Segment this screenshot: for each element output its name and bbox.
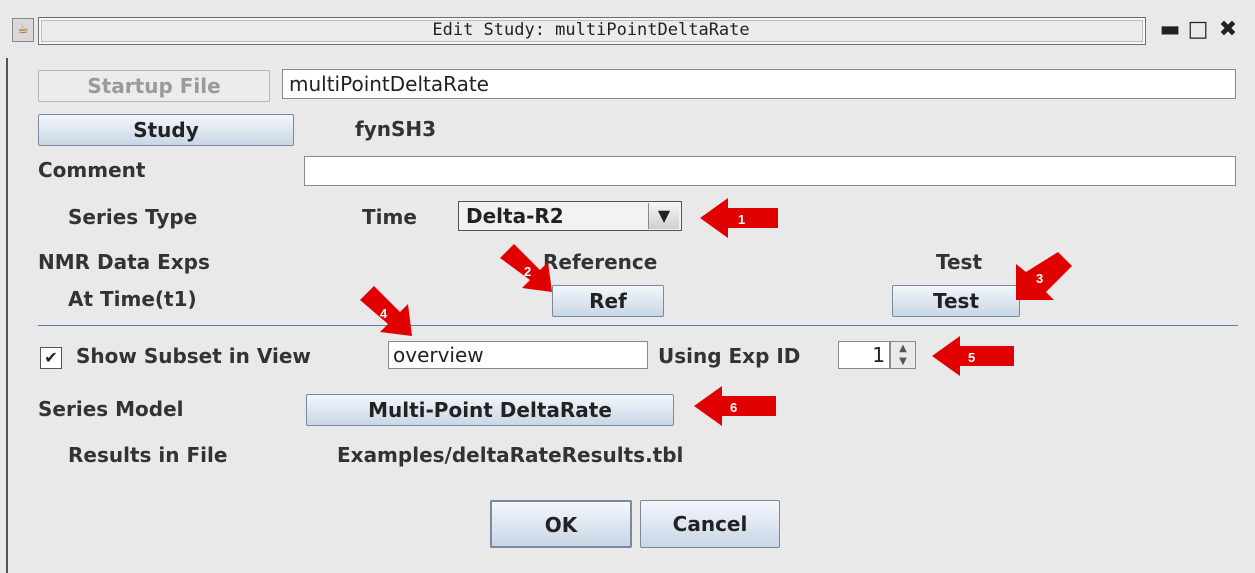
annotation-number: 5 (968, 350, 975, 365)
annotation-arrow-5: 5 (932, 336, 1014, 376)
annotation-arrow-2: 2 (500, 244, 552, 292)
annotation-arrow-4: 4 (360, 286, 412, 336)
annotation-number: 1 (738, 212, 745, 227)
annotation-number: 6 (730, 400, 737, 415)
annotation-number: 2 (524, 264, 531, 279)
annotation-number: 3 (1036, 271, 1043, 286)
annotation-arrow-6: 6 (694, 386, 776, 426)
annotation-number: 4 (380, 306, 388, 321)
annotation-arrow-3: 3 (1016, 252, 1072, 300)
annotation-layer: 1 2 3 4 5 6 (360, 198, 1072, 426)
annotation-arrow-1: 1 (700, 198, 778, 238)
